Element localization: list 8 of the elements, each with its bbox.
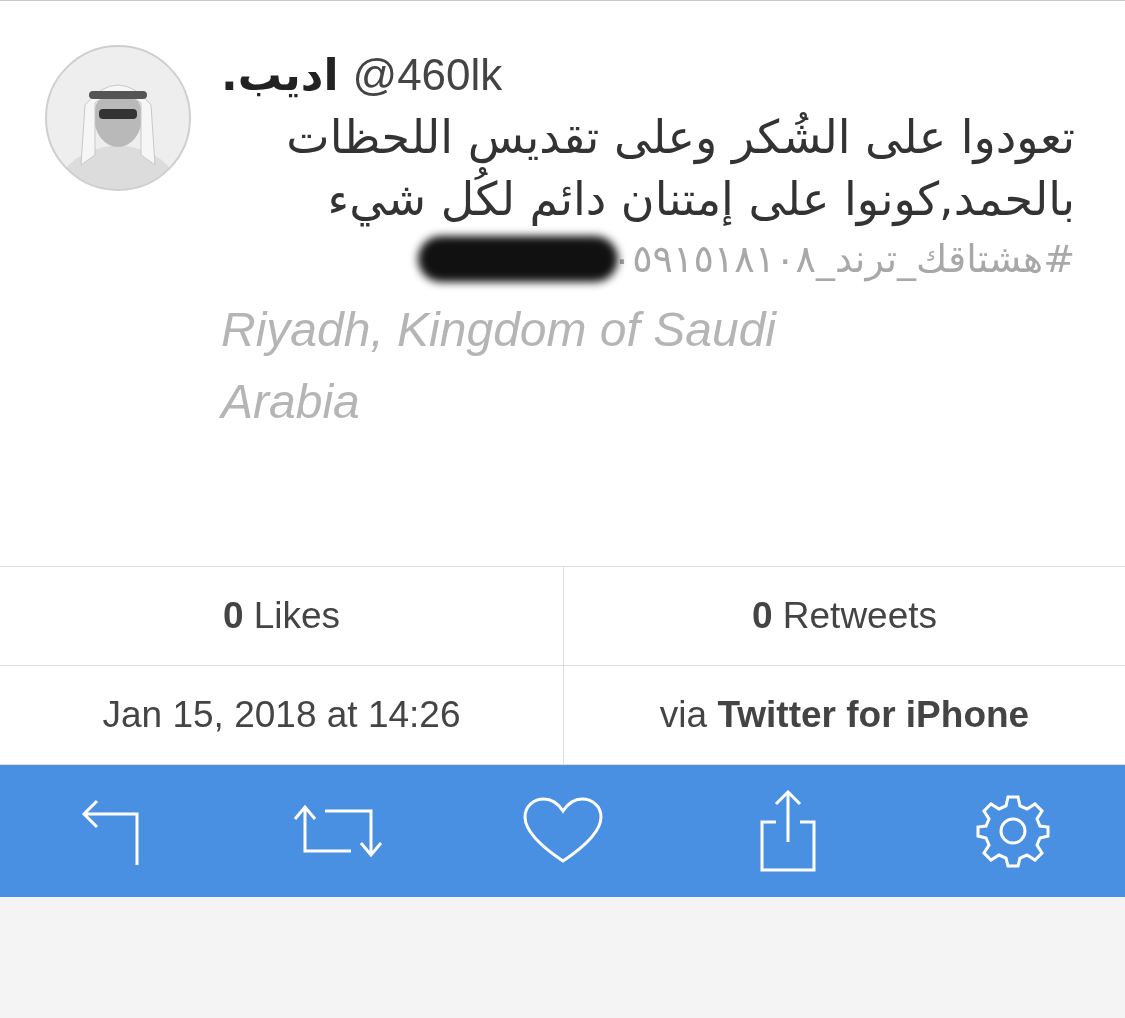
user-handle[interactable]: @460lk xyxy=(352,50,503,100)
tweet-text: تعودوا على الشُكر وعلى تقديس اللحظات بالحمد,كونوا على إمتنان دائم لكُل شيء xyxy=(285,109,1075,229)
location-text: Riyadh, Kingdom of Saudi Arabia xyxy=(221,302,778,430)
likes-count[interactable]: 0 Likes xyxy=(0,567,563,666)
user-name[interactable]: اديب. xyxy=(221,49,339,100)
retweets-count[interactable]: 0 Retweets xyxy=(563,567,1125,666)
heart-icon xyxy=(522,797,603,865)
settings-icon xyxy=(975,794,1050,868)
